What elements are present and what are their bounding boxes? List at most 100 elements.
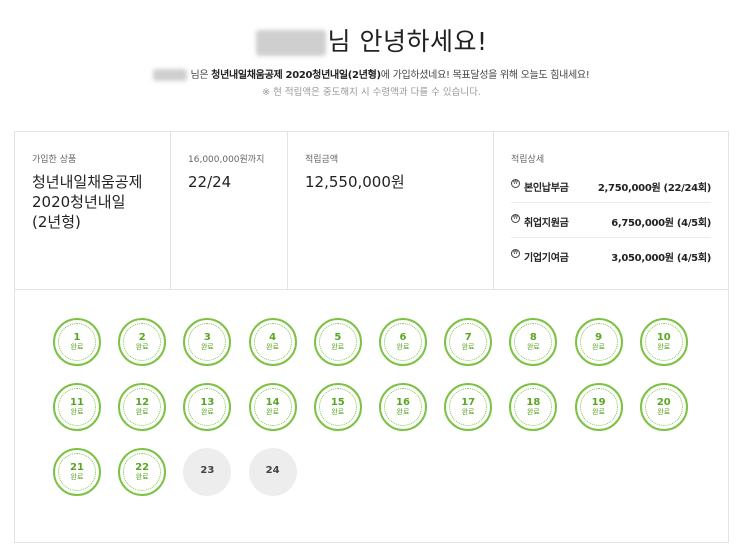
stamp-number: 2 [138, 332, 146, 343]
payment-stamp-completed: 4 완료 [248, 318, 297, 366]
subline-post: 에 가입하셨네요! 목표달성을 위해 오늘도 힘내세요! [380, 70, 590, 81]
amount-label: 적립금액 [305, 155, 339, 165]
payment-stamp-completed: 13 완료 [183, 383, 232, 431]
stamp-status: 완료 [266, 343, 280, 351]
stamp-number: 12 [135, 397, 150, 408]
notice-text: ※ 현 적립액은 중도해지 시 수령액과 다를 수 있습니다. [262, 87, 481, 98]
stamp-number: 17 [461, 397, 476, 408]
detail-row: ₩ 취업지원금 6,750,000원 (4/5회) [511, 203, 711, 238]
detail-amount: 3,050,000원 (4/5회) [611, 253, 711, 264]
stamp-number: 15 [330, 397, 345, 408]
stamp-status: 완료 [331, 343, 345, 351]
payment-stamp-pending: 24 [248, 448, 297, 496]
payment-stamp-completed: 7 완료 [444, 318, 493, 366]
detail-amount: 2,750,000원 (22/24회) [597, 183, 711, 194]
stamp-status: 완료 [135, 343, 149, 351]
greeting-text: 님 안녕하세요! [327, 27, 488, 56]
stamp-number: 18 [526, 397, 541, 408]
payment-stamp-completed: 1 완료 [53, 318, 101, 366]
detail-amount: 6,750,000원 (4/5회) [611, 218, 711, 229]
stamp-status: 완료 [70, 343, 84, 351]
stamp-status: 완료 [135, 473, 149, 481]
payment-stamp-completed: 5 완료 [313, 318, 362, 366]
payment-stamp-completed: 14 완료 [248, 383, 297, 431]
detail-column: 적립상세 ₩ 본인납부금 2,750,000원 (22/24회) ₩ 취업지원금… [494, 132, 728, 289]
payment-stamp-completed: 22 완료 [118, 448, 167, 496]
stamp-number: 21 [70, 462, 84, 473]
greeting: 님 안녕하세요! [0, 22, 743, 58]
payment-stamp-pending: 23 [183, 448, 232, 496]
progress-column: 16,000,000원까지 22/24 [171, 132, 288, 289]
payment-stamp-completed: 8 완료 [509, 318, 558, 366]
detail-name: 본인납부금 [524, 183, 569, 194]
product-column: 가입한 상품 청년내일채움공제 2020청년내일 (2년형) [15, 132, 171, 289]
stamp-status: 완료 [592, 408, 606, 416]
stamp-number: 1 [73, 332, 81, 343]
detail-row: ₩ 본인납부금 2,750,000원 (22/24회) [511, 168, 711, 203]
stamp-status: 완료 [266, 408, 280, 416]
stamp-number: 5 [334, 332, 342, 343]
payment-stamp-completed: 15 완료 [313, 383, 362, 431]
stamp-number: 3 [203, 332, 211, 343]
savings-panel: 가입한 상품 청년내일채움공제 2020청년내일 (2년형) 16,000,00… [14, 131, 729, 543]
stamp-status: 완료 [526, 343, 540, 351]
detail-name: 취업지원금 [524, 218, 569, 229]
stamp-number: 20 [656, 397, 671, 408]
product-line: 2020청년내일 [32, 193, 126, 211]
payment-stamp-completed: 19 완료 [574, 383, 623, 431]
stamp-number: 14 [265, 397, 280, 408]
stamp-status: 완료 [70, 473, 84, 481]
stamp-status: 완료 [396, 343, 410, 351]
payment-stamp-completed: 20 완료 [639, 383, 688, 431]
stamp-status: 완료 [200, 408, 214, 416]
won-icon: ₩ [511, 214, 520, 223]
payment-stamp-completed: 12 완료 [118, 383, 167, 431]
payment-stamp-completed: 21 완료 [53, 448, 101, 496]
won-icon: ₩ [511, 179, 520, 188]
stamp-status: 완료 [461, 408, 475, 416]
stamp-number: 24 [265, 465, 280, 476]
product-name-bold: 청년내일채움공제 2020청년내일(2년형) [211, 70, 381, 81]
stamp-status: 완료 [657, 343, 671, 351]
payment-stamp-completed: 6 완료 [379, 318, 427, 366]
stamp-status: 완료 [331, 408, 345, 416]
progress-label: 16,000,000원까지 [188, 155, 265, 165]
detail-name: 기업기여금 [524, 253, 569, 264]
detail-label: 적립상세 [511, 155, 545, 165]
stamp-number: 11 [70, 397, 84, 408]
stamp-number: 22 [135, 462, 150, 473]
product-label: 가입한 상품 [32, 155, 77, 165]
stamp-number: 8 [529, 332, 537, 343]
payment-stamp-completed: 2 완료 [118, 318, 167, 366]
product-line: 청년내일채움공제 [32, 173, 143, 191]
summary-row: 가입한 상품 청년내일채움공제 2020청년내일 (2년형) 16,000,00… [15, 132, 728, 290]
stamp-status: 완료 [396, 408, 410, 416]
payment-stamp-completed: 3 완료 [183, 318, 232, 366]
stamp-number: 13 [200, 397, 215, 408]
stamp-status: 완료 [592, 343, 606, 351]
payment-stamp-completed: 10 완료 [639, 318, 688, 366]
stamp-number: 23 [200, 465, 215, 476]
product-line: (2년형) [32, 213, 81, 231]
stamp-status: 완료 [657, 408, 671, 416]
payment-stamp-completed: 11 완료 [53, 383, 101, 431]
product-value: 청년내일채움공제 2020청년내일 (2년형) [32, 172, 142, 232]
payment-stamp-completed: 16 완료 [379, 383, 427, 431]
detail-row: ₩ 기업기여금 3,050,000원 (4/5회) [511, 238, 711, 272]
amount-value: 12,550,000원 [305, 173, 405, 191]
subline-pre: 님은 [190, 70, 212, 81]
redacted-user-name [255, 30, 326, 56]
stamp-number: 16 [396, 397, 410, 408]
enrollment-message: 님은 청년내일채움공제 2020청년내일(2년형)에 가입하셨네요! 목표달성을… [0, 66, 743, 81]
stamp-status: 완료 [526, 408, 540, 416]
redacted-user-name [153, 69, 188, 81]
stamp-status: 완료 [461, 343, 475, 351]
stamp-status: 완료 [200, 343, 214, 351]
stamp-number: 6 [399, 332, 407, 343]
amount-column: 적립금액 12,550,000원 [288, 132, 494, 289]
stamp-number: 19 [591, 397, 606, 408]
payment-stamp-completed: 9 완료 [574, 318, 623, 366]
stamp-status: 완료 [135, 408, 149, 416]
progress-value: 22/24 [188, 173, 232, 191]
payment-stamp-completed: 18 완료 [509, 383, 558, 431]
